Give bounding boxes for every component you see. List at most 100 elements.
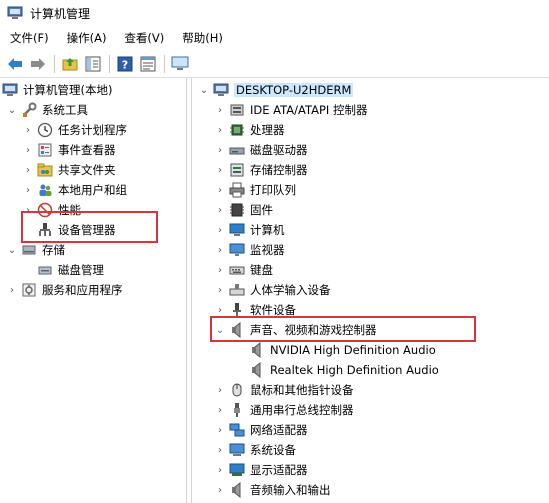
menu-action[interactable]: 操作(A) <box>61 27 113 49</box>
device-category-hid[interactable]: › 人体学输入设备 <box>214 280 331 300</box>
chevron-right-icon[interactable]: › <box>214 460 226 480</box>
device-category-disk-drives[interactable]: › 磁盘驱动器 <box>214 140 308 160</box>
device-category-processor[interactable]: › 处理器 <box>214 120 285 140</box>
device-category-label: 存储控制器 <box>250 163 308 177</box>
device-category-label: 显示适配器 <box>250 463 308 477</box>
tree-item-services-apps[interactable]: › 服务和应用程序 <box>6 280 123 300</box>
chevron-right-icon[interactable]: › <box>22 160 34 180</box>
tree-item-label: 系统工具 <box>42 103 88 117</box>
monitor-icon[interactable] <box>169 53 191 75</box>
processor-icon <box>229 122 245 138</box>
menu-bar: 文件(F) 操作(A) 查看(V) 帮助(H) <box>0 26 549 50</box>
chevron-right-icon[interactable]: › <box>214 420 226 440</box>
chevron-right-icon[interactable]: › <box>6 280 18 300</box>
device-item-nvidia-audio[interactable]: NVIDIA High Definition Audio <box>246 340 436 360</box>
chevron-right-icon[interactable]: › <box>214 160 226 180</box>
clock-icon <box>37 122 53 138</box>
users-icon <box>37 182 53 198</box>
chevron-right-icon[interactable]: › <box>214 220 226 240</box>
device-tree-root[interactable]: ⌄ DESKTOP-U2HDERM <box>198 80 354 100</box>
back-icon[interactable] <box>4 53 26 75</box>
forward-icon[interactable] <box>27 53 49 75</box>
show-tree-icon[interactable] <box>82 53 104 75</box>
device-category-label: 处理器 <box>250 123 285 137</box>
keyboard-icon <box>229 262 245 278</box>
tree-item-label: 磁盘管理 <box>58 263 104 277</box>
firmware-icon <box>229 202 245 218</box>
chevron-right-icon[interactable]: › <box>214 440 226 460</box>
device-category-display-adapters[interactable]: › 显示适配器 <box>214 460 308 480</box>
chevron-down-icon[interactable]: ⌄ <box>198 80 210 100</box>
chevron-right-icon[interactable]: › <box>22 140 34 160</box>
chevron-right-icon[interactable]: › <box>214 120 226 140</box>
chevron-right-icon[interactable]: › <box>214 140 226 160</box>
disk-drive-icon <box>229 142 245 158</box>
tree-item-local-users[interactable]: › 本地用户和组 <box>22 180 127 200</box>
device-category-label: 鼠标和其他指针设备 <box>250 383 354 397</box>
tree-item-label: 存储 <box>42 243 65 257</box>
chevron-right-icon[interactable]: › <box>214 200 226 220</box>
tree-item-task-scheduler[interactable]: › 任务计划程序 <box>22 120 127 140</box>
chevron-right-icon[interactable]: › <box>214 380 226 400</box>
device-category-print-queues[interactable]: › 打印队列 <box>214 180 296 200</box>
tree-item-event-viewer[interactable]: › 事件查看器 <box>22 140 116 160</box>
menu-help[interactable]: 帮助(H) <box>176 27 229 49</box>
computer-management-icon <box>7 6 23 20</box>
properties-icon[interactable] <box>137 53 159 75</box>
toolbar-separator <box>54 54 55 73</box>
storage-icon <box>21 242 37 258</box>
device-category-storage-controllers[interactable]: › 存储控制器 <box>214 160 308 180</box>
computer-icon <box>213 82 229 98</box>
chevron-right-icon[interactable]: › <box>214 180 226 200</box>
device-item-realtek-audio[interactable]: Realtek High Definition Audio <box>246 360 439 380</box>
tree-item-disk-management[interactable]: 磁盘管理 <box>22 260 104 280</box>
device-category-monitors[interactable]: › 监视器 <box>214 240 285 260</box>
device-category-label: 计算机 <box>250 223 285 237</box>
title-bar: 计算机管理 <box>0 0 549 26</box>
tree-item-system-tools[interactable]: ⌄ 系统工具 <box>6 100 88 120</box>
tree-item-label: 共享文件夹 <box>58 163 116 177</box>
help-icon[interactable]: ? <box>114 53 136 75</box>
device-category-ide[interactable]: › IDE ATA/ATAPI 控制器 <box>214 100 367 120</box>
tree-item-shared-folders[interactable]: › 共享文件夹 <box>22 160 116 180</box>
chevron-down-icon[interactable]: ⌄ <box>6 240 18 260</box>
device-category-system-devices[interactable]: › 系统设备 <box>214 440 296 460</box>
tree-root-computer-management[interactable]: 计算机管理(本地) <box>2 80 112 100</box>
audio-io-icon <box>229 481 245 499</box>
event-viewer-icon <box>37 142 53 158</box>
chevron-right-icon[interactable]: › <box>22 120 34 140</box>
chevron-right-icon[interactable]: › <box>214 280 226 300</box>
device-manager-highlight-box <box>21 211 158 243</box>
menu-file[interactable]: 文件(F) <box>4 27 55 49</box>
chevron-right-icon[interactable]: › <box>22 180 34 200</box>
chevron-right-icon[interactable]: › <box>214 400 226 420</box>
window-title: 计算机管理 <box>30 6 91 21</box>
chevron-down-icon[interactable]: ⌄ <box>6 100 18 120</box>
monitor-icon <box>229 242 245 258</box>
chevron-right-icon[interactable]: › <box>214 100 226 120</box>
tree-item-storage[interactable]: ⌄ 存储 <box>6 240 65 260</box>
device-category-label: 通用串行总线控制器 <box>250 403 354 417</box>
device-category-network-adapters[interactable]: › 网络适配器 <box>214 420 308 440</box>
tree-root-label: 计算机管理(本地) <box>23 83 113 97</box>
menu-view[interactable]: 查看(V) <box>118 27 170 49</box>
device-category-computer[interactable]: › 计算机 <box>214 220 285 240</box>
tree-item-label: 本地用户和组 <box>58 183 127 197</box>
chevron-right-icon[interactable]: › <box>214 480 226 500</box>
sound-category-highlight-box <box>210 316 476 342</box>
toolbar-separator <box>164 54 165 73</box>
device-category-usb[interactable]: › 通用串行总线控制器 <box>214 400 354 420</box>
device-category-keyboards[interactable]: › 键盘 <box>214 260 273 280</box>
ide-icon <box>229 102 245 118</box>
device-category-label: 监视器 <box>250 243 285 257</box>
device-category-audio-io[interactable]: › 音频输入和输出 <box>214 480 331 500</box>
chevron-right-icon[interactable]: › <box>214 260 226 280</box>
services-icon <box>21 282 37 298</box>
svg-text:?: ? <box>122 58 128 71</box>
device-category-label: 网络适配器 <box>250 423 308 437</box>
up-folder-icon[interactable] <box>59 53 81 75</box>
chevron-right-icon[interactable]: › <box>214 240 226 260</box>
printer-icon <box>229 182 245 198</box>
device-category-firmware[interactable]: › 固件 <box>214 200 273 220</box>
device-category-mice[interactable]: › 鼠标和其他指针设备 <box>214 380 354 400</box>
